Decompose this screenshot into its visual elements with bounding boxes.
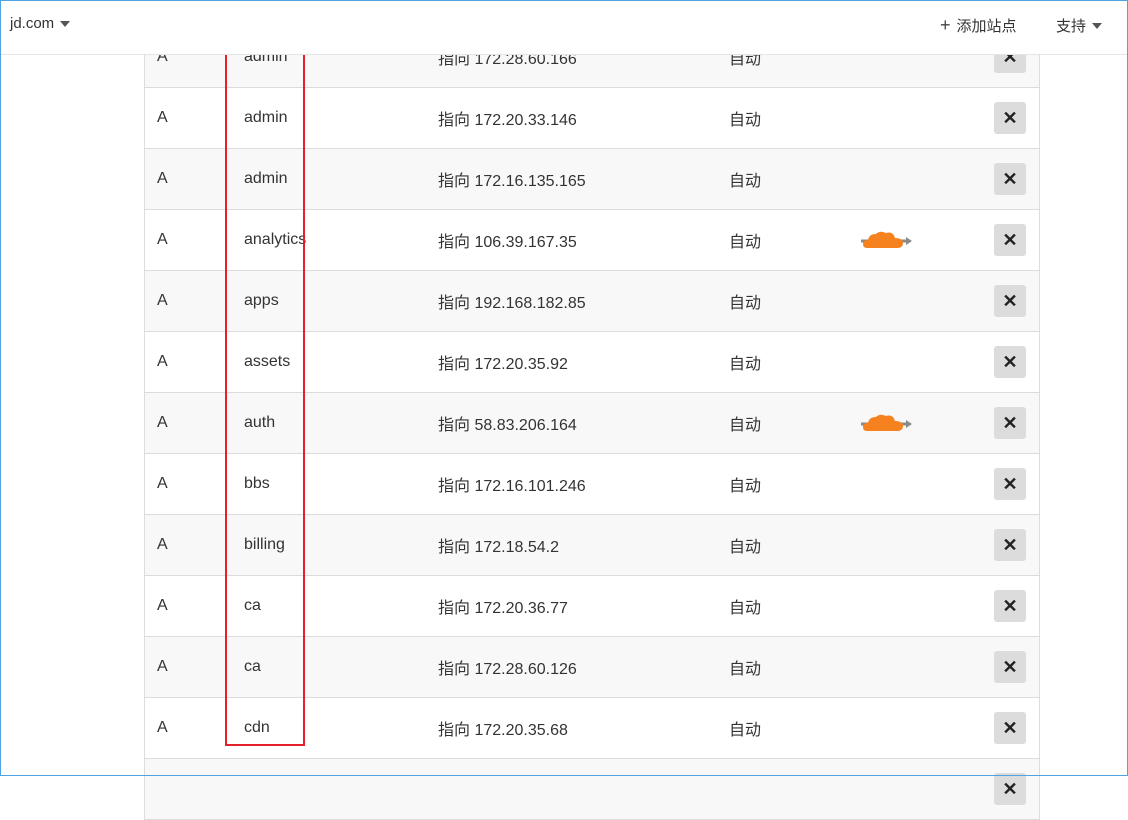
delete-record-button[interactable]: ✕ <box>994 102 1026 134</box>
close-icon: ✕ <box>1002 412 1018 433</box>
record-ttl: 自动 <box>729 356 762 373</box>
delete-record-button[interactable]: ✕ <box>994 712 1026 744</box>
chevron-down-icon <box>1092 22 1103 29</box>
close-icon: ✕ <box>1002 107 1018 128</box>
record-value: 指向 172.28.60.126 <box>438 661 577 678</box>
table-row: Aauth 指向 58.83.206.164 自动 ✕ <box>145 393 1039 454</box>
record-name: auth <box>244 414 276 431</box>
record-type: A <box>157 170 168 187</box>
site-name: jd.com <box>10 15 55 32</box>
close-icon: ✕ <box>1002 595 1018 616</box>
table-row: Abbs 指向 172.16.101.246 自动 ✕ <box>145 454 1039 515</box>
delete-record-button[interactable]: ✕ <box>994 468 1026 500</box>
delete-record-button[interactable]: ✕ <box>994 407 1026 439</box>
table-row: Aadmin 指向 172.16.135.165 自动 ✕ <box>145 149 1039 210</box>
record-ttl: 自动 <box>729 112 762 129</box>
record-value: 指向 172.20.35.92 <box>438 356 568 373</box>
table-row: Acdn 指向 172.20.35.68 自动 ✕ <box>145 698 1039 759</box>
record-ttl: 自动 <box>729 539 762 556</box>
record-name: admin <box>244 170 288 187</box>
delete-record-button[interactable]: ✕ <box>994 651 1026 683</box>
record-value: 指向 172.20.35.68 <box>438 722 568 739</box>
table-row: Aca 指向 172.20.36.77 自动 ✕ <box>145 576 1039 637</box>
close-icon: ✕ <box>1002 534 1018 555</box>
top-navigation-bar: jd.com + 添加站点 支持 <box>0 0 1128 55</box>
delete-record-button[interactable]: ✕ <box>994 590 1026 622</box>
record-type: A <box>157 109 168 126</box>
record-value: 指向 106.39.167.35 <box>438 234 577 251</box>
delete-record-button[interactable]: ✕ <box>994 224 1026 256</box>
dns-records-table: Aadmin 指向 172.28.60.166 自动 ✕ Aadmin 指向 172.20… <box>144 27 1040 820</box>
close-icon: ✕ <box>1002 351 1018 372</box>
close-icon: ✕ <box>1002 168 1018 189</box>
record-name: assets <box>244 353 291 370</box>
record-ttl: 自动 <box>729 661 762 678</box>
add-site-button[interactable]: + 添加站点 <box>940 15 1017 36</box>
record-value: 指向 172.20.36.77 <box>438 600 568 617</box>
record-type: A <box>157 414 168 431</box>
record-type: A <box>157 658 168 675</box>
record-type: A <box>157 231 168 248</box>
record-name: ca <box>244 658 261 675</box>
record-type: A <box>157 597 168 614</box>
record-name: analytics <box>244 231 307 248</box>
plus-icon: + <box>940 15 951 35</box>
record-value: 指向 192.168.182.85 <box>438 295 586 312</box>
chevron-down-icon <box>60 20 71 27</box>
record-value: 指向 172.20.33.146 <box>438 112 577 129</box>
record-type: A <box>157 475 168 492</box>
record-type: A <box>157 719 168 736</box>
delete-record-button[interactable]: ✕ <box>994 773 1026 805</box>
table-row: Aanalytics 指向 106.39.167.35 自动 ✕ <box>145 210 1039 271</box>
record-ttl: 自动 <box>729 722 762 739</box>
table-row: Abilling 指向 172.18.54.2 自动 ✕ <box>145 515 1039 576</box>
close-icon: ✕ <box>1002 717 1018 738</box>
close-icon: ✕ <box>1002 778 1018 799</box>
record-name: cdn <box>244 719 270 736</box>
record-ttl: 自动 <box>729 295 762 312</box>
support-menu[interactable]: 支持 <box>1056 15 1103 36</box>
close-icon: ✕ <box>1002 473 1018 494</box>
record-name: apps <box>244 292 279 309</box>
close-icon: ✕ <box>1002 229 1018 250</box>
close-icon: ✕ <box>1002 656 1018 677</box>
record-type: A <box>157 292 168 309</box>
record-value: 指向 172.16.101.246 <box>438 478 586 495</box>
record-ttl: 自动 <box>729 417 762 434</box>
table-row: Aassets 指向 172.20.35.92 自动 ✕ <box>145 332 1039 393</box>
support-label: 支持 <box>1056 18 1087 35</box>
site-selector[interactable]: jd.com <box>10 15 71 32</box>
delete-record-button[interactable]: ✕ <box>994 529 1026 561</box>
record-value: 指向 172.16.135.165 <box>438 173 586 190</box>
record-ttl: 自动 <box>729 478 762 495</box>
cloud-proxy-icon[interactable] <box>859 229 913 251</box>
delete-record-button[interactable]: ✕ <box>994 163 1026 195</box>
table-row: Aapps 指向 192.168.182.85 自动 ✕ <box>145 271 1039 332</box>
record-name: bbs <box>244 475 270 492</box>
cloud-proxy-icon[interactable] <box>859 412 913 434</box>
record-name: billing <box>244 536 285 553</box>
delete-record-button[interactable]: ✕ <box>994 346 1026 378</box>
record-value: 指向 172.18.54.2 <box>438 539 559 556</box>
record-ttl: 自动 <box>729 173 762 190</box>
table-row: ✕ <box>145 759 1039 820</box>
record-ttl: 自动 <box>729 600 762 617</box>
record-name: admin <box>244 109 288 126</box>
record-value: 指向 58.83.206.164 <box>438 417 577 434</box>
record-type: A <box>157 536 168 553</box>
table-row: Aadmin 指向 172.20.33.146 自动 ✕ <box>145 88 1039 149</box>
table-row: Aca 指向 172.28.60.126 自动 ✕ <box>145 637 1039 698</box>
delete-record-button[interactable]: ✕ <box>994 285 1026 317</box>
close-icon: ✕ <box>1002 290 1018 311</box>
record-type: A <box>157 353 168 370</box>
record-ttl: 自动 <box>729 234 762 251</box>
add-site-label: 添加站点 <box>956 18 1017 35</box>
record-name: ca <box>244 597 261 614</box>
